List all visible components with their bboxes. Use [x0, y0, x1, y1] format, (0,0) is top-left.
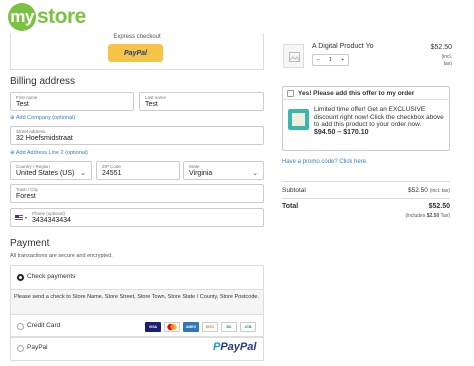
logo-badge: my	[8, 3, 36, 31]
diners-club-icon: DC	[221, 322, 237, 332]
chevron-down-icon[interactable]: ▾	[25, 215, 27, 220]
offer-description: Limited time offer! Get an EXCLUSIVE dis…	[314, 106, 444, 136]
check-payment-radio[interactable]	[17, 274, 24, 281]
paypal-logo: PPayPal	[213, 341, 256, 353]
total-label: Total	[282, 203, 299, 210]
last-name-field[interactable]: Last name Test	[139, 92, 264, 111]
state-label: State	[189, 164, 200, 169]
zip-label: ZIP Code	[102, 164, 121, 169]
country-select[interactable]: Country / Region United States (US) ⌄	[10, 161, 92, 180]
add-line2-link[interactable]: ⊕ Add Address Line 2 (optional)	[10, 150, 88, 156]
discover-icon: DISC	[202, 322, 218, 332]
phone-label: Phone (optional)	[32, 211, 66, 216]
paypal-radio[interactable]	[17, 345, 24, 352]
paypal-logo-text: PayPal	[220, 341, 257, 353]
includes-suffix: Tax)	[440, 213, 450, 219]
check-payment-description-box	[10, 289, 264, 315]
state-select[interactable]: State Virginia ⌄	[183, 161, 264, 180]
product-tax-note-1: (incl.	[441, 54, 452, 60]
image-placeholder-icon	[289, 52, 300, 62]
payment-title: Payment	[10, 238, 50, 249]
state-value: Virginia	[189, 170, 213, 177]
chevron-down-icon: ⌄	[80, 170, 86, 177]
billing-title: Billing address	[10, 76, 76, 87]
promo-code-link[interactable]: Have a promo code? Click here.	[282, 159, 368, 165]
add-line2-label: Add Address Line 2 (optional)	[15, 150, 89, 156]
offer-text: Limited time offer! Get an EXCLUSIVE dis…	[314, 106, 444, 128]
qty-decrement-button[interactable]: −	[317, 57, 320, 63]
first-name-value: Test	[16, 101, 29, 108]
divider	[282, 181, 450, 182]
qty-increment-button[interactable]: +	[341, 57, 344, 63]
offer-checkbox[interactable]	[287, 90, 294, 97]
subtotal-note: (incl. tax)	[429, 188, 450, 194]
mastercard-icon	[164, 322, 180, 332]
amex-icon: AMEX	[183, 322, 199, 332]
total-tax-note: (includes $2.50 Tax)	[340, 213, 450, 219]
total-value: $52.50	[428, 203, 450, 210]
offer-price: $94.50 – $170.10	[314, 128, 369, 136]
subtotal-amount: $52.50	[408, 187, 428, 194]
city-label: Town / City	[16, 187, 39, 192]
store-logo[interactable]: my store	[8, 3, 86, 31]
paypal-express-button[interactable]: PayPal	[108, 44, 163, 62]
check-payment-description: Please send a check to Store Name, Store…	[14, 294, 259, 300]
last-name-value: Test	[145, 101, 158, 108]
subtotal-value: $52.50 (incl. tax)	[360, 187, 450, 194]
street-value: 32 Hoefsmidstraat	[16, 135, 73, 142]
offer-product-image	[288, 109, 309, 130]
paypal-label: PayPal	[27, 344, 48, 351]
offer-header-label: Yes! Please add this offer to my order	[298, 90, 415, 97]
product-name: A Digital Product Yo	[312, 43, 374, 50]
qty-value: 1	[329, 57, 332, 63]
phone-value: 3434343434	[32, 217, 71, 224]
us-flag-icon[interactable]	[15, 215, 23, 221]
jcb-icon: JCB	[240, 322, 256, 332]
express-checkout-title: Express checkout	[113, 34, 161, 40]
last-name-label: Last name	[145, 95, 167, 100]
includes-amount: $2.50	[426, 213, 440, 219]
credit-card-label: Credit Card	[27, 322, 61, 329]
includes-prefix: (includes	[405, 213, 426, 219]
product-tax-note-2: tax)	[443, 61, 452, 67]
payment-subtitle: All transactions are secure and encrypte…	[10, 253, 113, 259]
city-field[interactable]: Town / City Forest	[10, 184, 264, 203]
subtotal-label: Subtotal	[282, 187, 306, 194]
add-company-link[interactable]: ⊕ Add Company (optional)	[10, 115, 75, 121]
city-value: Forest	[16, 193, 36, 200]
country-value: United States (US)	[16, 170, 75, 177]
quantity-stepper[interactable]: − 1 +	[312, 54, 349, 66]
add-company-label: Add Company (optional)	[15, 115, 76, 121]
credit-card-radio[interactable]	[17, 323, 24, 330]
street-address-field[interactable]: Street address 32 Hoefsmidstraat	[10, 126, 264, 145]
street-label: Street address	[16, 129, 46, 134]
logo-text: store	[37, 5, 86, 28]
country-label: Country / Region	[16, 164, 50, 169]
visa-icon: VISA	[145, 322, 161, 332]
check-payment-label: Check payments	[27, 273, 76, 280]
zip-value: 24551	[102, 170, 122, 177]
product-thumbnail	[283, 44, 304, 68]
first-name-field[interactable]: First name Test	[10, 92, 134, 111]
phone-field[interactable]: ▾ Phone (optional) 3434343434	[10, 208, 264, 227]
divider	[282, 198, 450, 199]
zip-field[interactable]: ZIP Code 24551	[96, 161, 180, 180]
chevron-down-icon: ⌄	[252, 170, 258, 177]
product-price: $52.50	[430, 44, 452, 51]
first-name-label: First name	[16, 95, 38, 100]
